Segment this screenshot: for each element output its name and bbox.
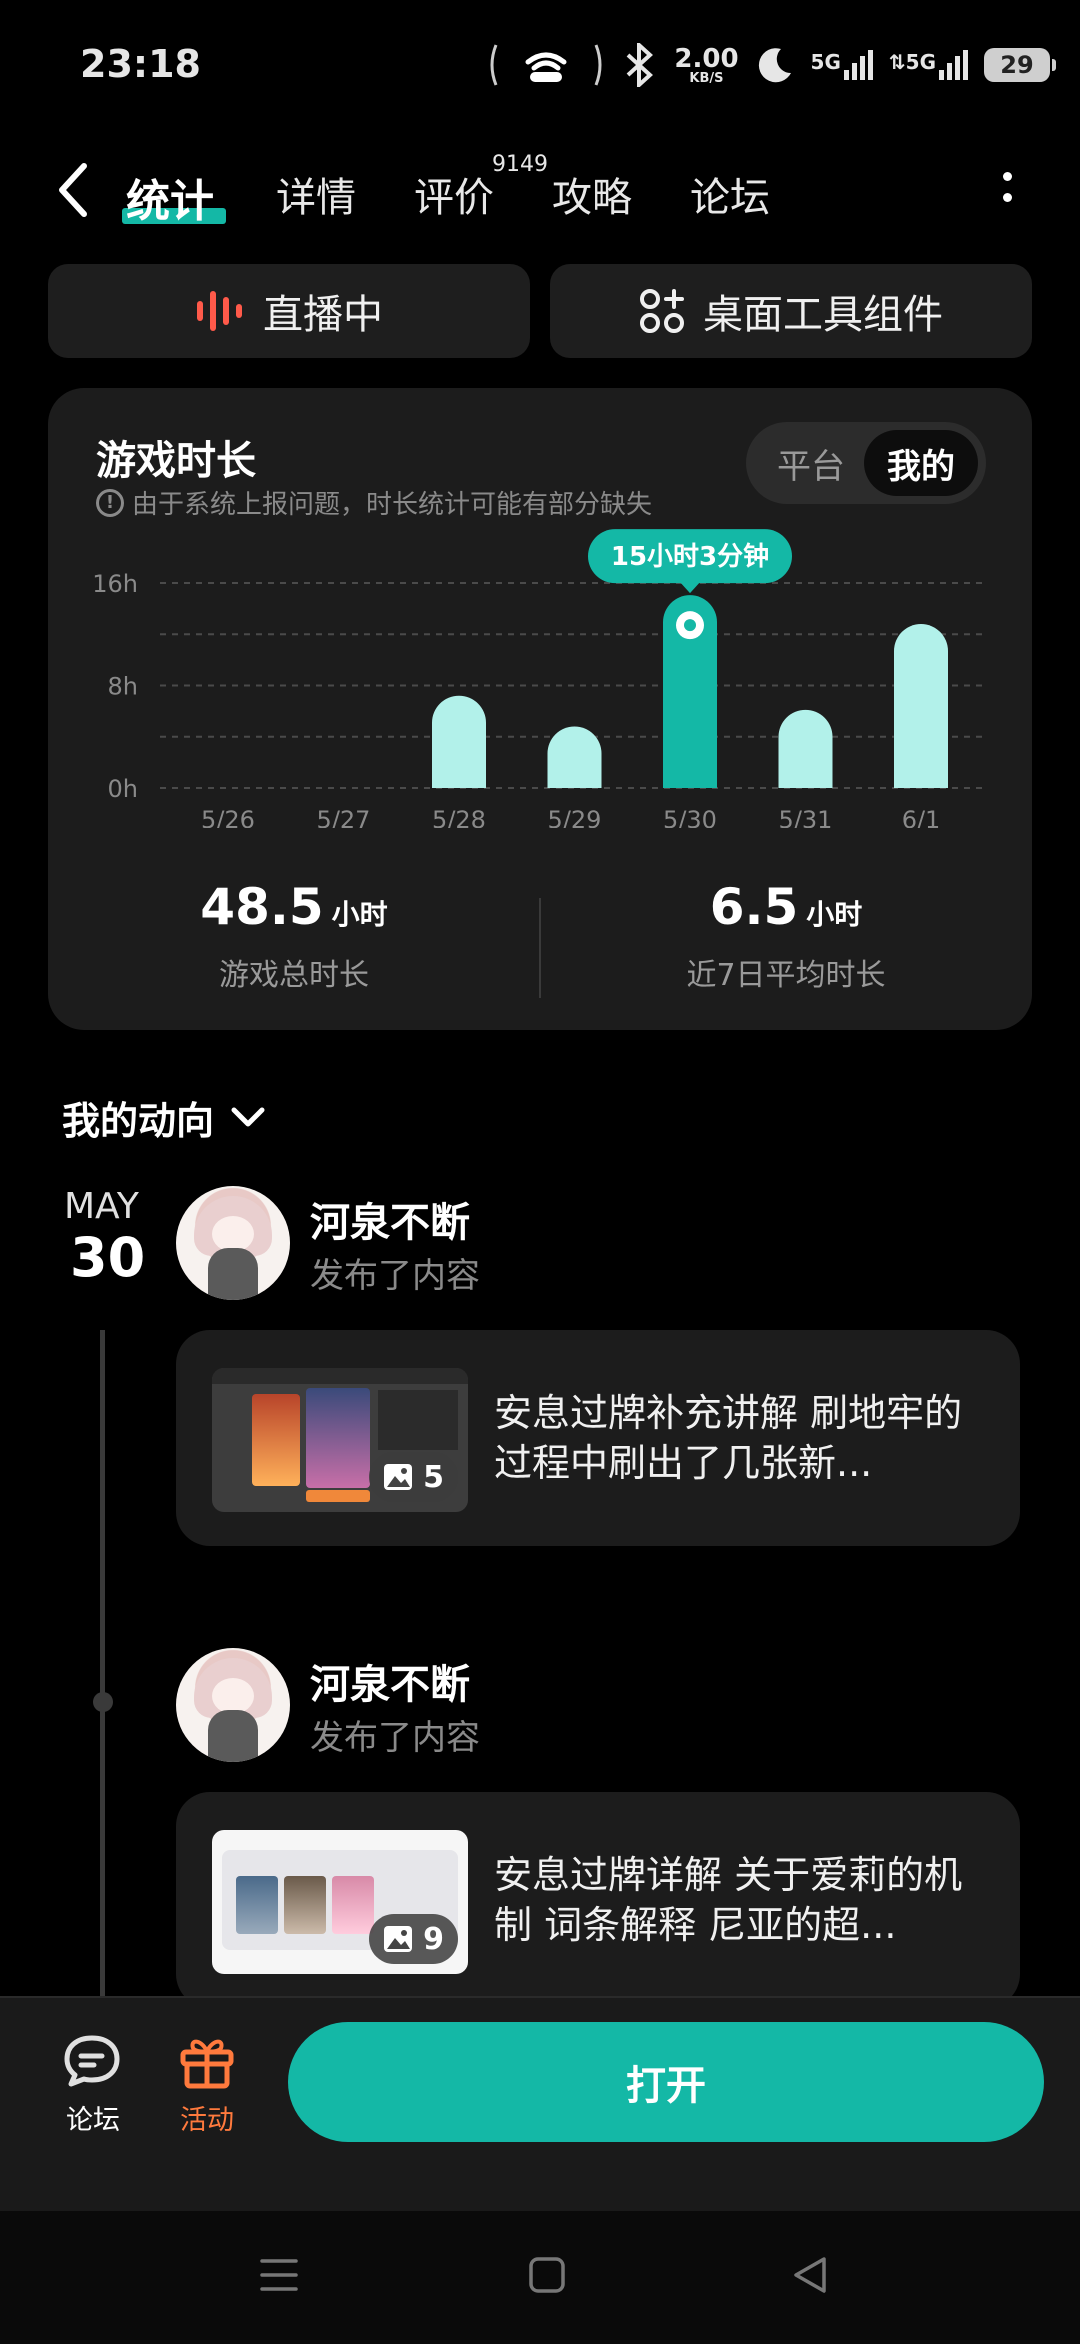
activity-label: 活动 bbox=[180, 2105, 234, 2136]
toggle-platform[interactable]: 平台 bbox=[754, 430, 868, 496]
bar bbox=[432, 695, 486, 788]
forum-button[interactable]: 论坛 bbox=[48, 2034, 138, 2137]
net-speed: 2.00 KB/S bbox=[674, 43, 739, 86]
post-thumbnail: 9 bbox=[212, 1830, 468, 1974]
x-tick-label: 6/1 bbox=[902, 806, 941, 828]
highlight-tooltip-pointer bbox=[680, 582, 700, 594]
image-count-badge: 5 bbox=[369, 1452, 458, 1502]
image-count-badge: 9 bbox=[369, 1914, 458, 1964]
post-card[interactable]: 9 安息过牌详解 关于爱莉的机制 词条解释 尼亚的超... bbox=[176, 1792, 1020, 2008]
tab-reviews[interactable]: 评价 bbox=[414, 165, 494, 223]
back-triangle-icon[interactable] bbox=[790, 2253, 830, 2297]
tab-stats[interactable]: 统计 bbox=[126, 165, 214, 229]
bar bbox=[547, 726, 602, 788]
widget-grid-icon bbox=[640, 289, 684, 333]
forum-label: 论坛 bbox=[66, 2105, 120, 2136]
bottom-action-bar: 论坛 活动 打开 bbox=[0, 1996, 1080, 2211]
user-avatar[interactable] bbox=[176, 1186, 290, 1300]
y-tick-label: 16h bbox=[92, 570, 138, 598]
activity-button[interactable]: 活动 bbox=[162, 2034, 252, 2137]
user-avatar[interactable] bbox=[176, 1648, 290, 1762]
back-arrow-icon[interactable] bbox=[50, 160, 96, 220]
x-tick-label: 5/31 bbox=[779, 806, 833, 828]
reviews-count-badge: 9149 bbox=[492, 152, 548, 177]
battery-indicator: 29 bbox=[984, 48, 1056, 82]
timeline-dot bbox=[93, 1692, 113, 1712]
image-icon bbox=[384, 1926, 413, 1952]
x-tick-label: 5/27 bbox=[317, 806, 371, 828]
open-game-button[interactable]: 打开 bbox=[288, 2022, 1044, 2142]
playtime-note: ! 由于系统上报问题，时长统计可能有部分缺失 bbox=[96, 484, 652, 521]
post-username[interactable]: 河泉不断 bbox=[310, 1190, 470, 1248]
avg-playtime: 6.5 小时 近7日平均时长 bbox=[540, 878, 1032, 994]
chat-bubble-icon bbox=[64, 2035, 120, 2087]
post-username[interactable]: 河泉不断 bbox=[310, 1652, 470, 1710]
highlight-marker-dot bbox=[684, 619, 696, 632]
live-label: 直播中 bbox=[263, 292, 383, 338]
status-time: 23:18 bbox=[80, 42, 201, 86]
my-activity-dropdown[interactable]: 我的动向 bbox=[62, 1090, 266, 1145]
bar bbox=[778, 709, 833, 788]
avg-playtime-label: 近7日平均时长 bbox=[686, 958, 886, 993]
image-icon bbox=[384, 1464, 413, 1490]
live-button[interactable]: 直播中 bbox=[48, 264, 530, 358]
x-tick-label: 5/29 bbox=[548, 806, 602, 828]
tab-details[interactable]: 详情 bbox=[276, 165, 356, 223]
playtime-card: 游戏时长 ! 由于系统上报问题，时长统计可能有部分缺失 平台 我的 16h 8h 0… bbox=[48, 388, 1032, 1030]
status-icons: 2.00 KB/S 5G ⇅5G 29 bbox=[486, 40, 1056, 90]
post-text: 安息过牌补充讲解 刷地牢的过程中刷出了几张新... bbox=[494, 1391, 963, 1485]
my-activity-title: 我的动向 bbox=[62, 1099, 215, 1143]
x-tick-label: 5/26 bbox=[201, 806, 255, 828]
post-action: 发布了内容 bbox=[310, 1718, 480, 1758]
desktop-widget-label: 桌面工具组件 bbox=[703, 292, 943, 338]
timeline-line bbox=[100, 1330, 105, 2000]
post-thumbnail: 5 bbox=[212, 1368, 468, 1512]
y-tick-label: 0h bbox=[108, 775, 138, 803]
source-toggle[interactable]: 平台 我的 bbox=[746, 422, 986, 504]
y-tick-label: 8h bbox=[108, 673, 138, 701]
feed-day: 30 bbox=[70, 1226, 146, 1289]
system-navbar bbox=[0, 2211, 1080, 2344]
x-tick-label: 5/30 bbox=[663, 806, 717, 828]
moon-icon bbox=[758, 48, 791, 83]
chevron-down-icon bbox=[231, 1107, 265, 1126]
tab-guides[interactable]: 攻略 bbox=[552, 165, 632, 223]
playtime-bar-chart: 16h 8h 0h 5/26 5/27 5/28 5/29 5/30 5/31 6/1 15小时3分… bbox=[92, 529, 984, 828]
info-warning-icon: ! bbox=[96, 488, 124, 517]
hotspot-icon bbox=[490, 44, 602, 86]
tab-forum[interactable]: 论坛 bbox=[690, 165, 770, 223]
post-action: 发布了内容 bbox=[310, 1256, 480, 1296]
home-icon[interactable] bbox=[527, 2255, 567, 2295]
total-playtime: 48.5 小时 游戏总时长 bbox=[48, 878, 540, 994]
bar bbox=[894, 624, 948, 788]
total-playtime-label: 游戏总时长 bbox=[219, 958, 369, 993]
playtime-title: 游戏时长 bbox=[96, 438, 256, 484]
signal-sim1: 5G bbox=[811, 50, 873, 80]
gift-icon bbox=[180, 2039, 234, 2089]
post-card[interactable]: 5 安息过牌补充讲解 刷地牢的过程中刷出了几张新... bbox=[176, 1330, 1020, 1546]
status-bar: 23:18 2.00 KB/S 5G ⇅5G 29 bbox=[0, 0, 1080, 130]
signal-sim2: ⇅5G bbox=[889, 50, 968, 80]
live-wave-icon bbox=[197, 291, 242, 331]
toggle-mine[interactable]: 我的 bbox=[864, 430, 978, 496]
post-text: 安息过牌详解 关于爱莉的机制 词条解释 尼亚的超... bbox=[494, 1853, 963, 1947]
x-tick-label: 5/28 bbox=[432, 806, 486, 828]
desktop-widget-button[interactable]: 桌面工具组件 bbox=[550, 264, 1032, 358]
highlight-tooltip-label: 15小时3分钟 bbox=[611, 541, 769, 572]
bluetooth-icon bbox=[627, 43, 654, 87]
more-options-icon[interactable] bbox=[1000, 172, 1014, 216]
menu-icon[interactable] bbox=[258, 2255, 300, 2295]
feed-month: MAY bbox=[64, 1186, 139, 1227]
